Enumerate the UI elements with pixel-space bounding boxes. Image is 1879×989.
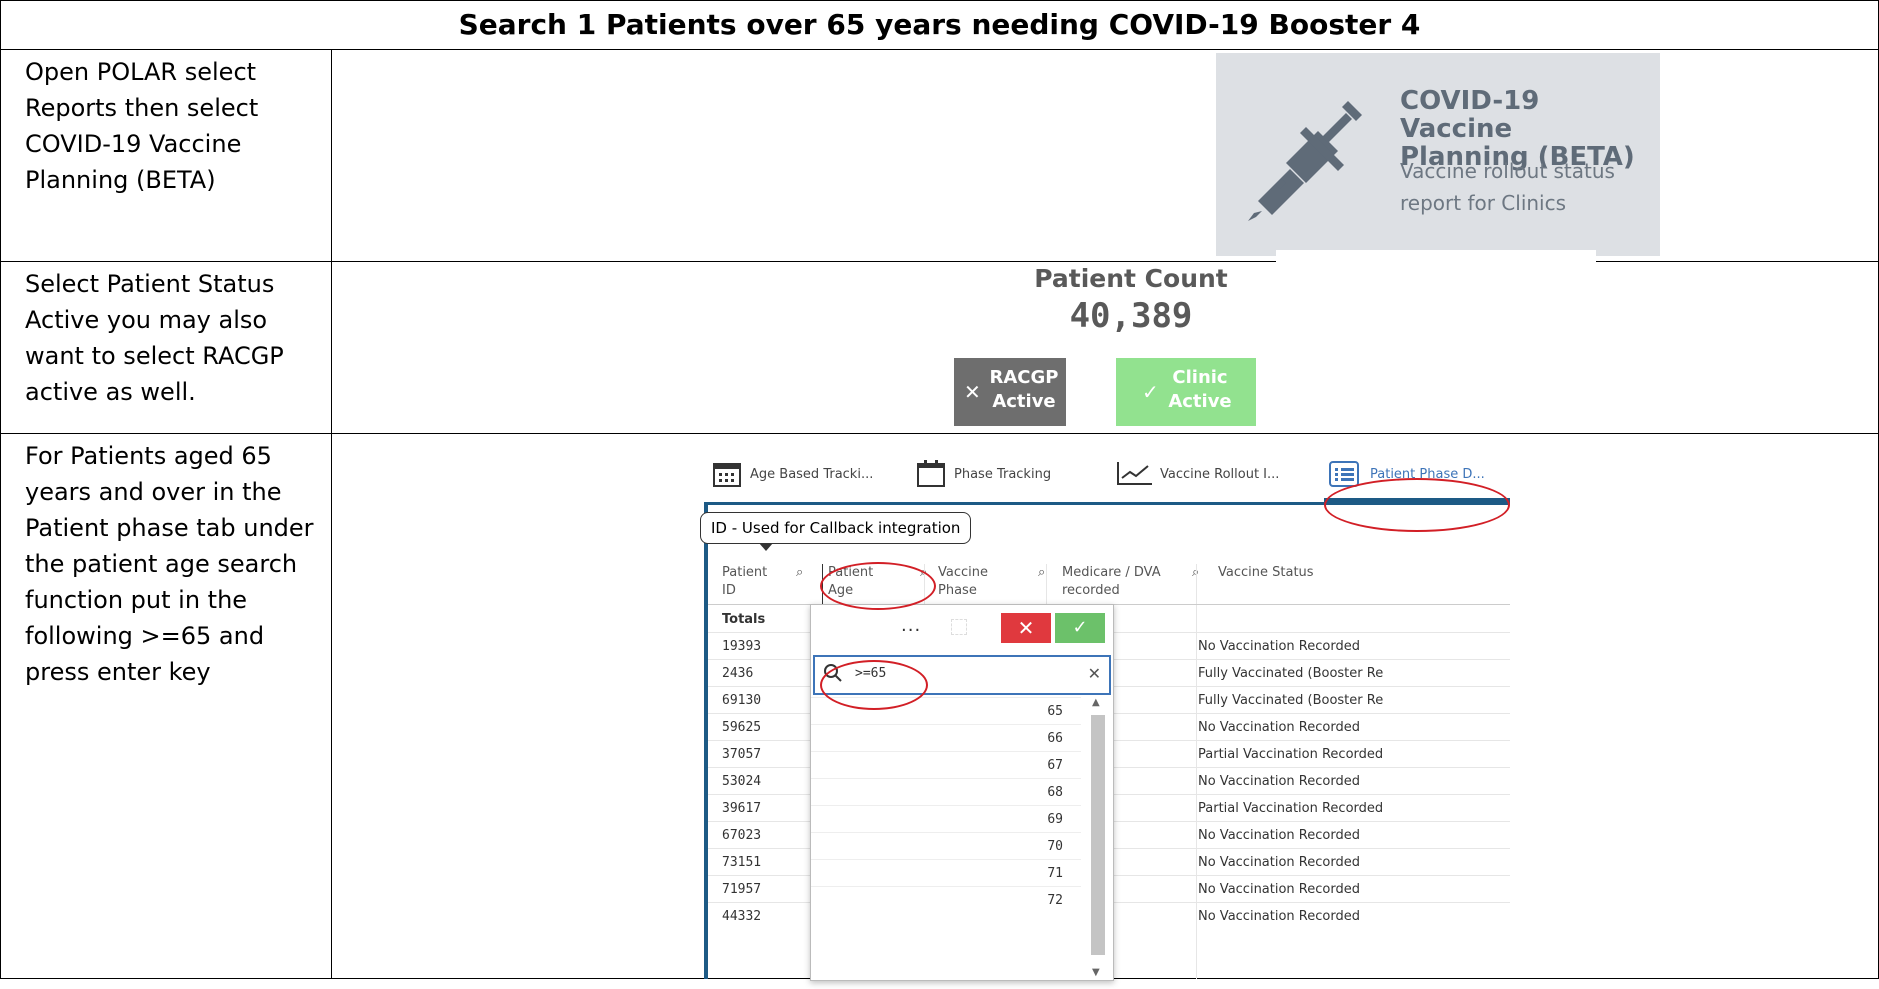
filter-value-label: 66 — [1047, 731, 1063, 746]
step-2-instruction: Select Patient Status Active you may als… — [0, 261, 332, 434]
cell-patient-id: 39617 — [722, 801, 762, 816]
clear-selection-icon[interactable] — [951, 619, 967, 635]
column-header-label: Vaccine Phase — [938, 565, 988, 598]
column-header-label: Vaccine Status — [1218, 565, 1314, 580]
cell-vaccine-status: No Vaccination Recorded — [1198, 720, 1360, 735]
syringe-icon — [1248, 101, 1362, 221]
search-icon[interactable]: ⌕ — [1038, 564, 1045, 582]
cell-patient-id: 53024 — [722, 774, 762, 789]
filter-value-label: 72 — [1047, 893, 1063, 908]
column-header-medicare[interactable]: Medicare / DVA recorded — [1062, 564, 1182, 600]
filter-value-item[interactable]: 67 — [811, 751, 1081, 779]
totals-label: Totals — [722, 612, 766, 627]
cancel-selection-button[interactable]: ✕ — [1001, 613, 1051, 643]
filter-value-label: 65 — [1047, 704, 1063, 719]
cell-patient-id: 69130 — [722, 693, 762, 708]
tab-label: Phase Tracking — [954, 467, 1052, 482]
cell-patient-id: 59625 — [722, 720, 762, 735]
cell-vaccine-status: No Vaccination Recorded — [1198, 882, 1360, 897]
step-1-screenshot: COVID-19 Vaccine Planning (BETA) Vaccine… — [331, 49, 1879, 266]
cell-patient-id: 67023 — [722, 828, 762, 843]
cell-patient-id: 2436 — [722, 666, 754, 681]
calendar-grid-icon — [713, 463, 741, 487]
polar-app-screenshot: Age Based Tracki... Phase Tracking Vacci… — [700, 434, 1510, 981]
filter-scrollbar[interactable]: ▲ ▼ — [1087, 697, 1107, 980]
tab-phase-tracking[interactable]: Phase Tracking — [916, 460, 1076, 490]
cell-vaccine-status: No Vaccination Recorded — [1198, 909, 1360, 924]
filter-value-label: 67 — [1047, 758, 1063, 773]
search-icon[interactable]: ⌕ — [796, 564, 803, 582]
document-title: Search 1 Patients over 65 years needing … — [0, 0, 1879, 50]
filter-value-label: 68 — [1047, 785, 1063, 800]
step-2-screenshot: Patient Count 40,389 ✕ RACGP Active ✓ Cl… — [331, 261, 1879, 434]
patient-count-label: Patient Count — [1034, 264, 1228, 293]
cell-vaccine-status: Partial Vaccination Recorded — [1198, 801, 1384, 816]
tab-vaccine-rollout[interactable]: Vaccine Rollout I... — [1116, 460, 1296, 490]
filter-value-item[interactable]: 66 — [811, 724, 1081, 752]
clear-search-icon[interactable]: ✕ — [1088, 664, 1101, 683]
cell-vaccine-status: No Vaccination Recorded — [1198, 855, 1360, 870]
filter-value-item[interactable]: 68 — [811, 778, 1081, 806]
cell-patient-id: 44332 — [722, 909, 762, 924]
confirm-selection-button[interactable]: ✓ — [1055, 613, 1105, 643]
column-tooltip: ID - Used for Callback integration — [700, 512, 972, 551]
column-header-patient-id[interactable]: Patient ID — [722, 564, 782, 600]
cell-vaccine-status: Partial Vaccination Recorded — [1198, 747, 1384, 762]
filter-value-item[interactable]: 69 — [811, 805, 1081, 833]
cell-vaccine-status: No Vaccination Recorded — [1198, 774, 1360, 789]
instruction-document: Search 1 Patients over 65 years needing … — [0, 0, 1879, 989]
filter-value-label: 70 — [1047, 839, 1063, 854]
step-3-screenshot: Age Based Tracki... Phase Tracking Vacci… — [331, 433, 1879, 981]
check-icon: ✓ — [1142, 380, 1159, 404]
cell-vaccine-status: Fully Vaccinated (Booster Re — [1198, 693, 1384, 708]
cell-vaccine-status: No Vaccination Recorded — [1198, 639, 1360, 654]
column-header-label: Medicare / DVA recorded — [1062, 565, 1161, 598]
filter-value-item[interactable]: 70 — [811, 832, 1081, 860]
scrollbar-thumb[interactable] — [1091, 715, 1105, 955]
tab-label: Age Based Tracki... — [750, 467, 874, 482]
highlight-ring — [820, 660, 928, 710]
filter-value-label: 71 — [1047, 866, 1063, 881]
cell-patient-id: 73151 — [722, 855, 762, 870]
cell-vaccine-status: Fully Vaccinated (Booster Re — [1198, 666, 1384, 681]
step-3-instruction: For Patients aged 65 years and over in t… — [0, 433, 332, 979]
covid-vaccine-planning-tile[interactable]: COVID-19 Vaccine Planning (BETA) Vaccine… — [1216, 53, 1660, 256]
tile-description: Vaccine rollout status report for Clinic… — [1400, 159, 1615, 215]
highlight-ring — [820, 562, 936, 610]
clinic-active-label: Clinic Active — [1168, 367, 1232, 412]
cell-patient-id: 37057 — [722, 747, 762, 762]
highlight-ring — [1324, 478, 1510, 532]
instruction-table: Search 1 Patients over 65 years needing … — [0, 0, 1879, 981]
column-header-vaccine-status[interactable]: Vaccine Status — [1218, 564, 1418, 582]
scroll-down-icon[interactable]: ▼ — [1092, 967, 1100, 978]
cell-vaccine-status: No Vaccination Recorded — [1198, 828, 1360, 843]
filter-value-item[interactable]: 72 — [811, 886, 1081, 914]
racgp-active-label: RACGP Active — [989, 367, 1059, 412]
calendar-icon — [917, 460, 945, 487]
clinic-active-button[interactable]: ✓ Clinic Active — [1116, 358, 1256, 426]
scroll-up-icon[interactable]: ▲ — [1092, 697, 1100, 708]
tab-label: Vaccine Rollout I... — [1160, 467, 1280, 482]
tab-age-based-tracking[interactable]: Age Based Tracki... — [712, 460, 882, 490]
filter-value-label: 69 — [1047, 812, 1063, 827]
racgp-active-button[interactable]: ✕ RACGP Active — [954, 358, 1066, 426]
step-1-instruction: Open POLAR select Reports then select CO… — [0, 49, 332, 262]
column-header-label: Patient ID — [722, 565, 768, 598]
line-chart-icon — [1117, 462, 1152, 485]
cell-patient-id: 71957 — [722, 882, 762, 897]
close-icon: ✕ — [964, 380, 981, 404]
column-header-vaccine-phase[interactable]: Vaccine Phase — [938, 564, 1008, 600]
cell-patient-id: 19393 — [722, 639, 762, 654]
filter-value-item[interactable]: 71 — [811, 859, 1081, 887]
patient-count-value: 40,389 — [1069, 296, 1193, 336]
more-options-button[interactable]: ... — [901, 615, 921, 636]
